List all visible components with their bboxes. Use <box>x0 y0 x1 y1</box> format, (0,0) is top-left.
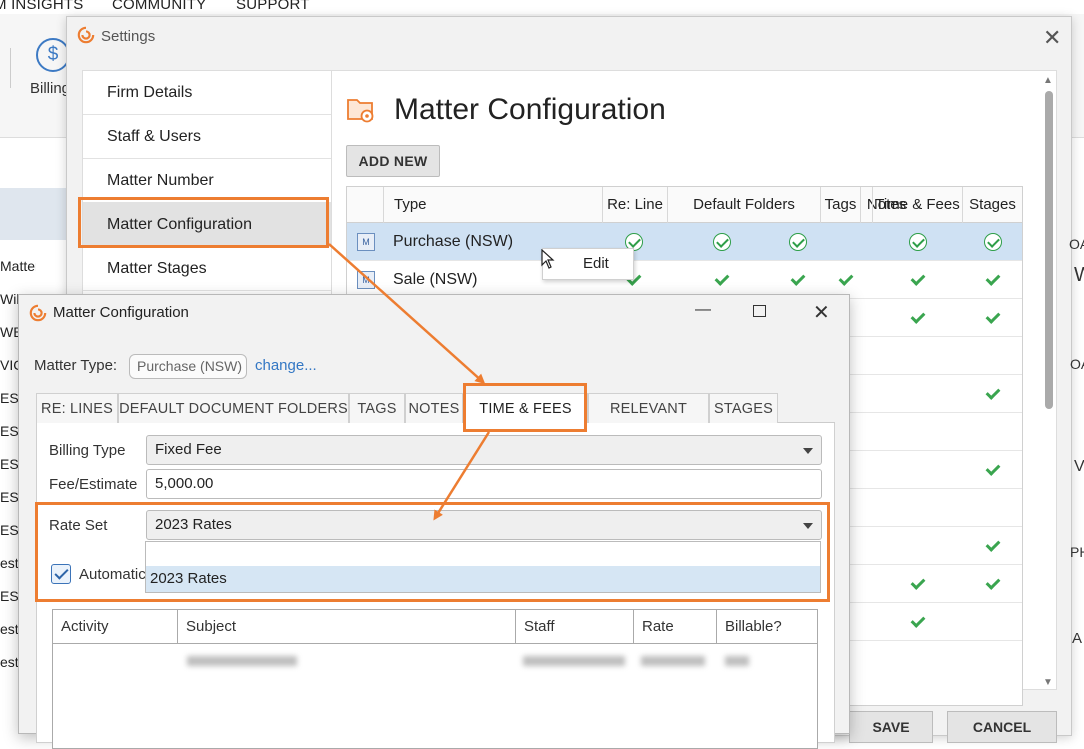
top-navigation: M INSIGHTS COMMUNITY SUPPORT <box>0 0 1084 14</box>
minimize-icon[interactable]: — <box>695 301 711 319</box>
nav-item-matter-stages[interactable]: Matter Stages <box>83 247 331 291</box>
close-icon[interactable]: ✕ <box>1043 25 1061 51</box>
check-icon <box>984 233 1002 251</box>
column-rate[interactable]: Rate <box>634 610 717 644</box>
column-activity[interactable]: Activity <box>53 610 178 644</box>
mouse-cursor-icon <box>541 249 555 269</box>
background-fragment: PH <box>1070 544 1084 560</box>
scroll-down-icon[interactable]: ▼ <box>1043 677 1053 688</box>
redacted-cell <box>725 656 749 666</box>
check-icon <box>789 271 807 289</box>
column-tags[interactable]: Tags <box>820 187 860 223</box>
check-icon <box>909 233 927 251</box>
highlight-nav-matter-configuration <box>78 197 329 248</box>
billing-label[interactable]: Billing <box>30 80 70 97</box>
settings-scrollbar[interactable]: ▲ ▼ <box>1043 75 1055 697</box>
check-icon <box>909 575 927 593</box>
fee-grid-header: Activity Subject Staff Rate Billable? <box>53 610 817 644</box>
check-icon <box>984 309 1002 327</box>
column-staff[interactable]: Staff <box>516 610 634 644</box>
check-icon <box>789 233 807 251</box>
redacted-cell <box>523 656 625 666</box>
background-fragment: A <box>1072 630 1083 647</box>
nav-insights[interactable]: M INSIGHTS <box>0 0 84 13</box>
column-subject[interactable]: Subject <box>178 610 516 644</box>
check-icon <box>984 385 1002 403</box>
check-icon <box>713 271 731 289</box>
check-icon <box>713 233 731 251</box>
billing-dollar-icon[interactable]: $ <box>36 38 70 72</box>
folder-settings-icon <box>347 99 374 123</box>
scroll-up-icon[interactable]: ▲ <box>1043 75 1053 86</box>
background-list-item: Matter Num <box>0 258 36 274</box>
table-row[interactable]: M Purchase (NSW) <box>347 223 1022 261</box>
check-icon <box>837 271 855 289</box>
background-fragment: OA <box>1070 356 1084 372</box>
matter-type-icon: M <box>357 233 375 251</box>
fee-estimate-label: Fee/Estimate <box>49 476 138 493</box>
save-button[interactable]: SAVE <box>849 711 933 743</box>
fee-estimate-input[interactable]: 5,000.00 <box>146 469 822 499</box>
maximize-icon[interactable] <box>753 305 766 317</box>
add-new-button[interactable]: ADD NEW <box>346 145 440 177</box>
column-stages[interactable]: Stages <box>962 187 1022 223</box>
column-type[interactable]: Type <box>383 187 602 223</box>
background-fragment: W <box>1074 264 1084 286</box>
redacted-cell <box>187 656 297 666</box>
billing-type-value: Fixed Fee <box>155 441 222 458</box>
tab-stages[interactable]: STAGES <box>709 393 778 423</box>
background-fragment: OA <box>1069 236 1084 252</box>
tab-re-lines[interactable]: RE: LINES <box>36 393 118 423</box>
nav-item-staff-users[interactable]: Staff & Users <box>83 115 331 159</box>
check-icon <box>984 271 1002 289</box>
check-icon <box>984 461 1002 479</box>
check-icon <box>984 575 1002 593</box>
chevron-down-icon <box>803 448 813 454</box>
tab-tags[interactable]: TAGS <box>349 393 405 423</box>
close-icon[interactable]: ✕ <box>813 300 830 325</box>
dialog-title: Matter Configuration <box>53 304 189 321</box>
tab-relevant-urls[interactable]: RELEVANT URLS <box>588 393 709 447</box>
nav-item-firm-details[interactable]: Firm Details <box>83 71 331 115</box>
background-fragment: V <box>1074 458 1084 475</box>
cancel-button[interactable]: CANCEL <box>947 711 1057 743</box>
context-menu-edit[interactable]: Edit <box>542 248 634 280</box>
column-default-folders[interactable]: Default Folders <box>667 187 820 223</box>
tab-default-document-folders[interactable]: DEFAULT DOCUMENT FOLDERS <box>118 393 349 423</box>
highlight-time-fees-tab <box>463 383 587 432</box>
app-logo-icon <box>29 304 47 322</box>
nav-support[interactable]: SUPPORT <box>236 0 310 13</box>
matter-type-icon: M <box>357 271 375 289</box>
row-type-label: Purchase (NSW) <box>393 233 514 250</box>
tab-notes[interactable]: NOTES <box>405 393 463 423</box>
column-re-line[interactable]: Re: Line <box>602 187 667 223</box>
highlight-rate-set-area <box>35 502 830 602</box>
change-link[interactable]: change... <box>255 357 317 374</box>
check-icon <box>909 613 927 631</box>
grid-header: Type Re: Line Default Folders Tags Notes… <box>347 187 1022 223</box>
matter-type-field: Purchase (NSW) <box>129 354 247 379</box>
column-billable[interactable]: Billable? <box>717 610 817 644</box>
check-icon <box>909 309 927 327</box>
config-tabs: RE: LINES DEFAULT DOCUMENT FOLDERS TAGS … <box>36 393 835 447</box>
matter-type-label: Matter Type: <box>34 357 118 374</box>
toolbar-divider <box>10 48 11 88</box>
billing-type-label: Billing Type <box>49 442 126 459</box>
check-icon <box>909 271 927 289</box>
column-time-fees[interactable]: Time & Fees <box>872 187 962 223</box>
scrollbar-thumb[interactable] <box>1045 91 1053 409</box>
nav-community[interactable]: COMMUNITY <box>112 0 206 13</box>
app-logo-icon <box>77 26 95 44</box>
fee-grid: Activity Subject Staff Rate Billable? <box>52 609 818 749</box>
billing-type-select[interactable]: Fixed Fee <box>146 435 822 465</box>
check-icon <box>984 537 1002 555</box>
redacted-cell <box>641 656 705 666</box>
settings-title: Settings <box>101 28 156 45</box>
page-title: Matter Configuration <box>394 93 666 126</box>
